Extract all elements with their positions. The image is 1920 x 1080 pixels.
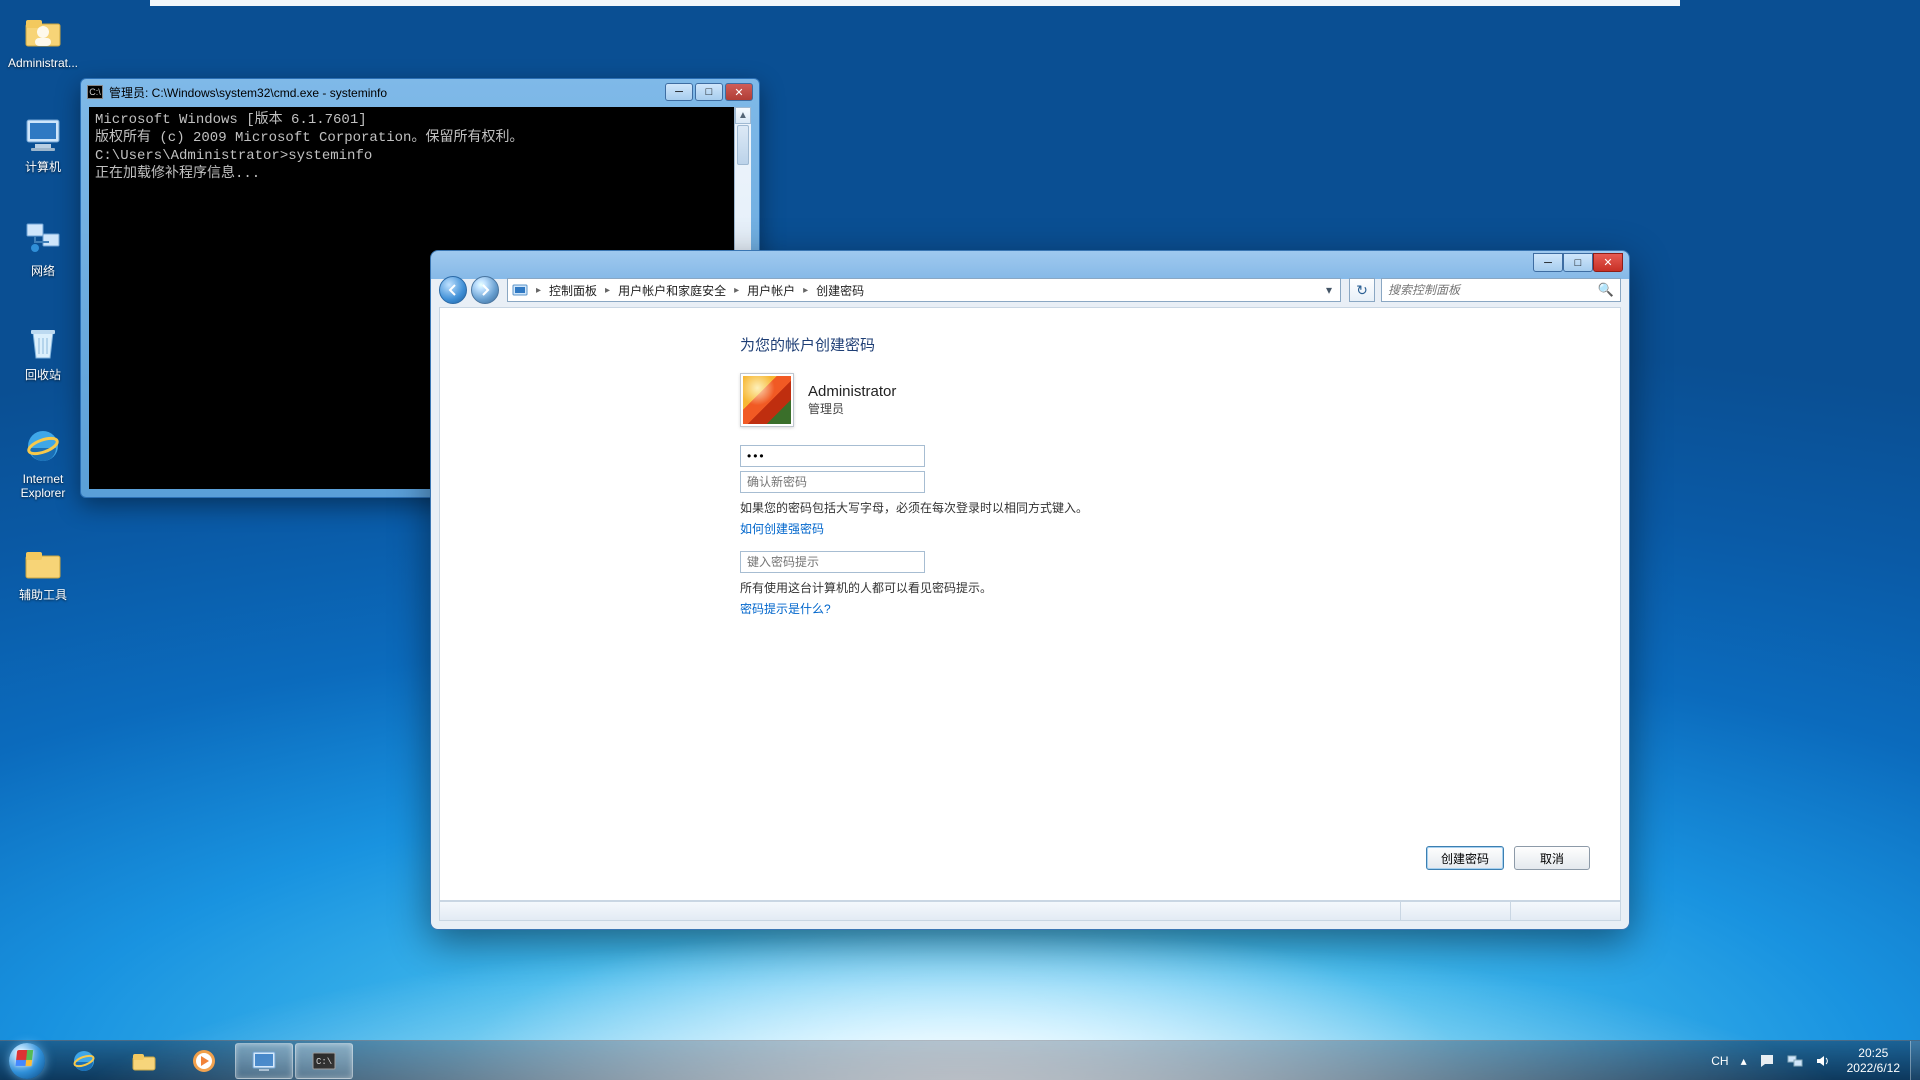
desktop-icon-ie[interactable]: Internet Explorer bbox=[6, 424, 80, 500]
cmd-close-button[interactable]: ✕ bbox=[725, 83, 753, 101]
password-caps-hint: 如果您的密码包括大写字母，必须在每次登录时以相同方式键入。 bbox=[740, 499, 1580, 516]
cp-minimize-button[interactable]: ─ bbox=[1533, 253, 1563, 272]
desktop-icon-network[interactable]: 网络 bbox=[6, 216, 80, 278]
media-player-icon bbox=[190, 1048, 218, 1074]
cp-statusbar bbox=[439, 901, 1621, 921]
cp-maximize-button[interactable]: □ bbox=[1563, 253, 1593, 272]
avatar-image bbox=[743, 376, 791, 424]
computer-icon bbox=[21, 112, 65, 156]
address-dropdown-icon[interactable]: ▾ bbox=[1320, 281, 1338, 299]
desktop-icon-aux-tools[interactable]: 辅助工具 bbox=[6, 540, 80, 602]
cmd-line: 正在加载修补程序信息... bbox=[95, 165, 745, 183]
scroll-up-icon[interactable]: ▲ bbox=[735, 107, 751, 124]
search-icon[interactable]: 🔍 bbox=[1598, 282, 1614, 298]
action-center-icon[interactable] bbox=[1753, 1053, 1781, 1069]
arrow-left-icon bbox=[446, 283, 460, 297]
network-icon bbox=[21, 216, 65, 260]
search-input[interactable] bbox=[1388, 283, 1598, 297]
cmd-titlebar[interactable]: C:\ 管理员: C:\Windows\system32\cmd.exe - s… bbox=[81, 79, 759, 105]
scroll-thumb[interactable] bbox=[737, 125, 749, 165]
cmd-maximize-button[interactable]: □ bbox=[695, 83, 723, 101]
control-panel-window: ─ □ ✕ ▸ 控制面板 ▸ 用户帐户和家庭安全 ▸ 用户帐户 ▸ bbox=[430, 250, 1630, 930]
breadcrumb-seg[interactable]: 用户帐户和家庭安全 bbox=[610, 282, 734, 299]
arrow-right-icon bbox=[478, 283, 492, 297]
cmd-line: 版权所有 (c) 2009 Microsoft Corporation。保留所有… bbox=[95, 129, 745, 147]
confirm-password-input[interactable] bbox=[740, 471, 925, 493]
user-row: Administrator 管理员 bbox=[740, 373, 1580, 427]
taskbar-media-player[interactable] bbox=[175, 1043, 233, 1079]
breadcrumb-seg[interactable]: 控制面板 bbox=[541, 282, 605, 299]
address-bar[interactable]: ▸ 控制面板 ▸ 用户帐户和家庭安全 ▸ 用户帐户 ▸ 创建密码 ▾ bbox=[507, 278, 1341, 302]
nav-forward-button[interactable] bbox=[471, 276, 499, 304]
desktop-icon-recycle-bin[interactable]: 回收站 bbox=[6, 320, 80, 382]
volume-tray-icon[interactable] bbox=[1809, 1053, 1837, 1069]
cp-titlebar[interactable]: ─ □ ✕ bbox=[431, 251, 1629, 273]
user-name: Administrator bbox=[808, 383, 896, 400]
system-tray: CH ▴ 20:25 2022/6/12 bbox=[1705, 1041, 1920, 1080]
create-password-button[interactable]: 创建密码 bbox=[1426, 846, 1504, 870]
desktop-icon-label: 网络 bbox=[6, 264, 80, 278]
control-panel-icon bbox=[508, 282, 536, 298]
breadcrumb-seg[interactable]: 创建密码 bbox=[808, 282, 872, 299]
cancel-button[interactable]: 取消 bbox=[1514, 846, 1590, 870]
user-folder-icon bbox=[21, 8, 65, 52]
taskbar-explorer[interactable] bbox=[115, 1043, 173, 1079]
desktop: Administrat... 计算机 网络 回收站 Internet Explo… bbox=[0, 0, 1920, 1080]
ime-indicator[interactable]: CH bbox=[1705, 1054, 1734, 1068]
cmd-minimize-button[interactable]: ─ bbox=[665, 83, 693, 101]
nav-back-button[interactable] bbox=[439, 276, 467, 304]
start-button[interactable] bbox=[0, 1041, 54, 1080]
windows-logo-icon bbox=[9, 1043, 45, 1079]
tray-up-icon[interactable]: ▴ bbox=[1735, 1054, 1753, 1068]
cp-content-area: 为您的帐户创建密码 Administrator 管理员 如果您的密码包括大写字母… bbox=[439, 307, 1621, 901]
button-row: 创建密码 取消 bbox=[1426, 846, 1590, 870]
avatar bbox=[740, 373, 794, 427]
desktop-icon-label: Administrat... bbox=[6, 56, 80, 70]
top-white-band bbox=[150, 0, 1680, 6]
cmd-title-icon: C:\ bbox=[87, 85, 103, 99]
show-desktop-button[interactable] bbox=[1910, 1041, 1920, 1080]
password-hint-input[interactable] bbox=[740, 551, 925, 573]
clock-time: 20:25 bbox=[1847, 1046, 1900, 1061]
desktop-icon-label: 回收站 bbox=[6, 368, 80, 382]
svg-text:C:\: C:\ bbox=[316, 1057, 332, 1067]
taskbar-control-panel[interactable] bbox=[235, 1043, 293, 1079]
network-tray-icon[interactable] bbox=[1781, 1053, 1809, 1069]
desktop-icon-label: Internet Explorer bbox=[6, 472, 80, 500]
user-role: 管理员 bbox=[808, 400, 896, 417]
desktop-icon-administrator[interactable]: Administrat... bbox=[6, 8, 80, 70]
breadcrumb-seg[interactable]: 用户帐户 bbox=[739, 282, 803, 299]
new-password-input[interactable] bbox=[740, 445, 925, 467]
taskbar-clock[interactable]: 20:25 2022/6/12 bbox=[1837, 1046, 1910, 1076]
cp-close-button[interactable]: ✕ bbox=[1593, 253, 1623, 272]
cmd-line: C:\Users\Administrator>systeminfo bbox=[95, 147, 745, 165]
ie-icon bbox=[21, 424, 65, 468]
taskbar: C:\ CH ▴ 20:25 2022/6/12 bbox=[0, 1040, 1920, 1080]
taskbar-cmd[interactable]: C:\ bbox=[295, 1043, 353, 1079]
clock-date: 2022/6/12 bbox=[1847, 1061, 1900, 1076]
page-heading: 为您的帐户创建密码 bbox=[740, 334, 1580, 355]
hint-visibility-text: 所有使用这台计算机的人都可以看见密码提示。 bbox=[740, 579, 1580, 596]
refresh-button[interactable]: ↻ bbox=[1349, 278, 1375, 302]
cmd-task-icon: C:\ bbox=[310, 1048, 338, 1074]
desktop-icon-label: 辅助工具 bbox=[6, 588, 80, 602]
hint-explain-link[interactable]: 密码提示是什么? bbox=[740, 600, 1580, 617]
desktop-icon-computer[interactable]: 计算机 bbox=[6, 112, 80, 174]
strong-password-link[interactable]: 如何创建强密码 bbox=[740, 520, 1580, 537]
cmd-title-text: 管理员: C:\Windows\system32\cmd.exe - syste… bbox=[109, 84, 387, 101]
cmd-line: Microsoft Windows [版本 6.1.7601] bbox=[95, 111, 745, 129]
cp-toolbar: ▸ 控制面板 ▸ 用户帐户和家庭安全 ▸ 用户帐户 ▸ 创建密码 ▾ ↻ 🔍 bbox=[439, 275, 1621, 305]
folder-icon bbox=[21, 540, 65, 584]
desktop-icon-label: 计算机 bbox=[6, 160, 80, 174]
taskbar-ie[interactable] bbox=[55, 1043, 113, 1079]
recycle-bin-icon bbox=[21, 320, 65, 364]
folder-icon bbox=[130, 1048, 158, 1074]
refresh-icon: ↻ bbox=[1356, 282, 1368, 299]
control-panel-task-icon bbox=[250, 1048, 278, 1074]
ie-icon bbox=[70, 1048, 98, 1074]
search-box[interactable]: 🔍 bbox=[1381, 278, 1621, 302]
